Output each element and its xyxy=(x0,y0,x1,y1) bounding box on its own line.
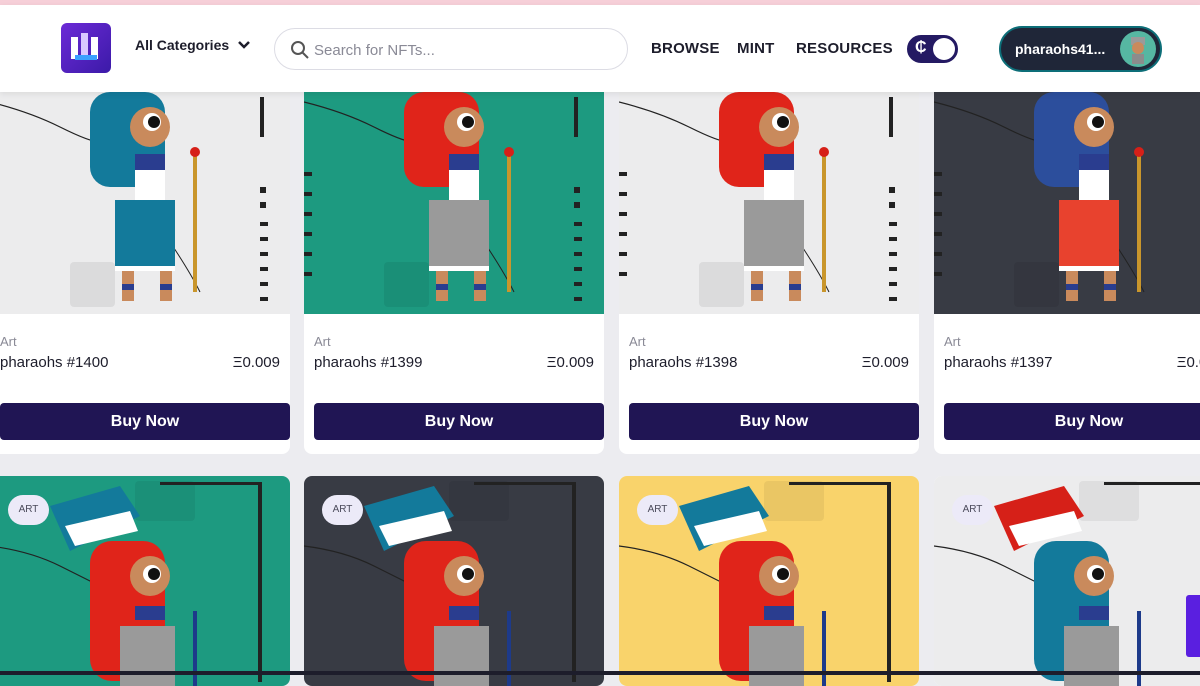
toggle-knob xyxy=(933,38,955,60)
nft-card[interactable]: ART xyxy=(304,476,604,686)
nft-price: Ξ0.009 xyxy=(861,354,909,371)
nft-card[interactable]: Art pharaohs #1400 Ξ0.009 Buy Now xyxy=(0,92,290,454)
bottom-edge xyxy=(0,671,1200,675)
nft-category: Art xyxy=(629,334,646,349)
chevron-down-icon xyxy=(238,41,251,49)
buy-now-button[interactable]: Buy Now xyxy=(629,403,919,440)
nft-card[interactable]: ART xyxy=(619,476,919,686)
search-icon xyxy=(291,41,309,59)
buy-now-button[interactable]: Buy Now xyxy=(314,403,604,440)
category-badge: ART xyxy=(952,495,993,525)
nft-image[interactable] xyxy=(304,92,604,314)
nft-name[interactable]: pharaohs #1397 xyxy=(944,354,1052,371)
nav-mint[interactable]: MINT xyxy=(737,40,774,57)
nft-category: Art xyxy=(0,334,17,349)
currency-toggle-icon: ₵ xyxy=(915,39,927,56)
nft-category: Art xyxy=(314,334,331,349)
nft-card[interactable]: Art pharaohs #1398 Ξ0.009 Buy Now xyxy=(619,92,919,454)
nft-price: Ξ0.009 xyxy=(1176,354,1200,371)
search-input[interactable] xyxy=(314,39,614,61)
nft-card[interactable]: Art pharaohs #1397 Ξ0.009 Buy Now xyxy=(934,92,1200,454)
nft-image[interactable] xyxy=(0,92,290,314)
nav-resources[interactable]: RESOURCES xyxy=(796,40,893,57)
nft-card[interactable]: Art pharaohs #1399 Ξ0.009 Buy Now xyxy=(304,92,604,454)
side-tab-button[interactable] xyxy=(1186,595,1200,657)
nft-price: Ξ0.009 xyxy=(232,354,280,371)
buy-now-button[interactable]: Buy Now xyxy=(944,403,1200,440)
nft-card[interactable]: ART xyxy=(934,476,1200,686)
search-bar xyxy=(274,28,628,70)
user-menu-button[interactable]: pharaohs41... xyxy=(999,26,1162,72)
nav-browse[interactable]: BROWSE xyxy=(651,40,720,57)
nft-image[interactable] xyxy=(619,92,919,314)
username: pharaohs41... xyxy=(1015,41,1106,57)
all-categories-label: All Categories xyxy=(135,37,230,53)
site-header: All Categories BROWSE MINT RESOURCES ₵ p… xyxy=(0,5,1200,92)
buy-now-button[interactable]: Buy Now xyxy=(0,403,290,440)
logo-icon[interactable] xyxy=(61,23,111,73)
nft-category: Art xyxy=(944,334,961,349)
nft-name[interactable]: pharaohs #1400 xyxy=(0,354,108,371)
nft-image[interactable] xyxy=(934,92,1200,314)
category-badge: ART xyxy=(637,495,678,525)
nft-card[interactable]: ART xyxy=(0,476,290,686)
avatar xyxy=(1120,31,1156,67)
category-badge: ART xyxy=(322,495,363,525)
currency-toggle[interactable]: ₵ xyxy=(907,35,958,63)
category-badge: ART xyxy=(8,495,49,525)
nft-price: Ξ0.009 xyxy=(546,354,594,371)
nft-name[interactable]: pharaohs #1398 xyxy=(629,354,737,371)
nft-name[interactable]: pharaohs #1399 xyxy=(314,354,422,371)
all-categories-dropdown[interactable]: All Categories xyxy=(135,37,251,53)
